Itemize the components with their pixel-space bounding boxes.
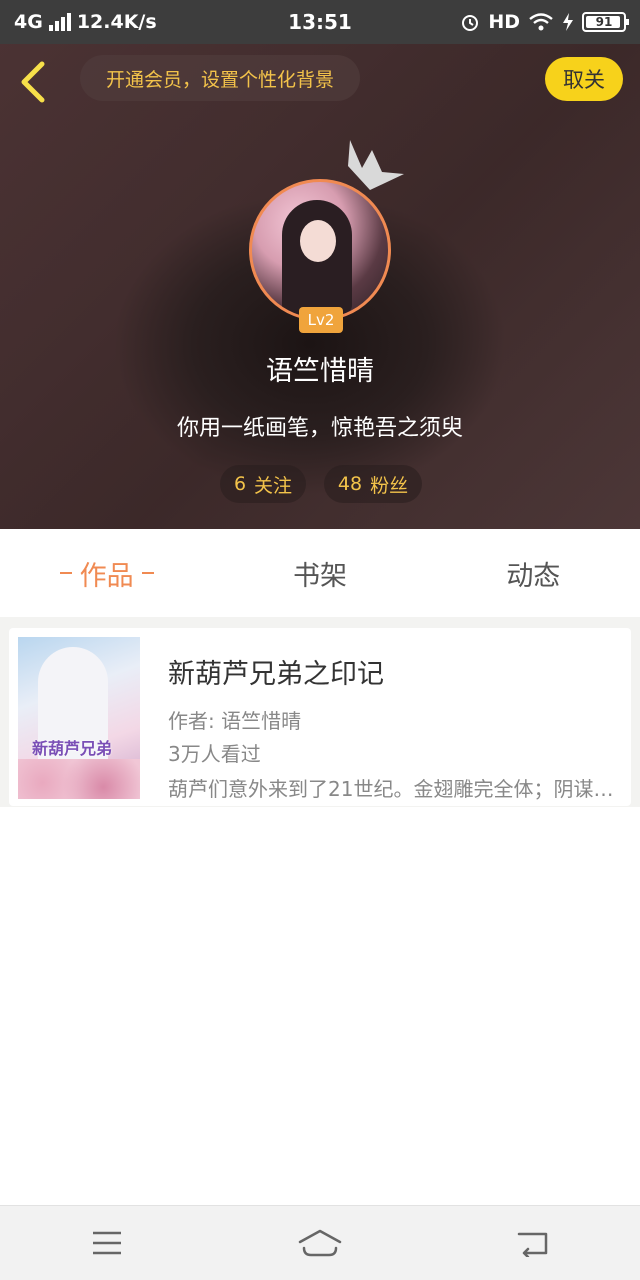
works-list: 新葫芦兄弟 新葫芦兄弟之印记 作者: 语竺惜晴 3万人看过 葫芦们意外来到了21…	[0, 617, 640, 807]
battery-level: 91	[595, 15, 613, 29]
status-right: HD 91	[396, 11, 629, 33]
following-count: 6	[233, 473, 247, 495]
signal-icon	[48, 13, 71, 31]
back-nav-button[interactable]	[493, 1213, 573, 1273]
network-type: 4G	[14, 11, 43, 33]
following-label: 关注	[254, 474, 293, 497]
book-views: 3万人看过	[168, 742, 261, 766]
book-intro: 葫芦们意外来到了21世纪。金翅雕完全体；阴谋又一次开始。	[168, 777, 614, 801]
book-author: 作者: 语竺惜晴	[168, 709, 302, 733]
menu-button[interactable]	[67, 1213, 147, 1273]
wifi-icon	[529, 13, 553, 31]
tab-label: 作品	[79, 560, 134, 592]
cover-title: 新葫芦兄弟	[32, 739, 113, 758]
status-left: 4G 12.4K/s	[14, 11, 244, 33]
home-icon	[298, 1229, 342, 1257]
network-speed: 12.4K/s	[76, 11, 157, 33]
tab-bookshelf[interactable]: 书架	[213, 529, 426, 617]
tab-label: 书架	[292, 560, 347, 592]
tab-indicator-right	[141, 572, 154, 574]
book-cover: 新葫芦兄弟	[18, 637, 140, 799]
fans-count: 48	[337, 473, 363, 495]
tab-label: 动态	[506, 560, 561, 592]
clock: 13:51	[288, 10, 352, 34]
book-title: 新葫芦兄弟之印记	[168, 659, 384, 690]
book-card[interactable]: 新葫芦兄弟 新葫芦兄弟之印记 作者: 语竺惜晴 3万人看过 葫芦们意外来到了21…	[9, 628, 631, 806]
fans-count-button[interactable]: 48 粉丝	[324, 465, 422, 503]
home-button[interactable]	[280, 1213, 360, 1273]
tab-works[interactable]: 作品	[0, 529, 213, 617]
hd-indicator: HD	[488, 11, 520, 33]
system-nav-bar	[0, 1205, 640, 1280]
back-button[interactable]	[14, 60, 54, 103]
menu-icon	[92, 1231, 121, 1255]
status-bar: 4G 12.4K/s 13:51 HD 91	[0, 0, 640, 44]
back-arrow-icon	[21, 61, 45, 103]
fans-label: 粉丝	[370, 474, 409, 497]
nickname: 语竺惜晴	[266, 356, 374, 387]
charging-icon	[563, 13, 573, 31]
profile-header: 开通会员，设置个性化背景 取关 Lv2 语竺惜晴 你用一纸画笔，惊艳吾之须臾 6…	[0, 44, 640, 529]
vip-banner[interactable]: 开通会员，设置个性化背景	[80, 55, 360, 101]
tab-indicator-left	[59, 572, 72, 574]
level-badge: Lv2	[299, 307, 343, 333]
unfollow-button[interactable]: 取关	[545, 57, 623, 101]
battery-icon: 91	[582, 12, 629, 32]
following-count-button[interactable]: 6 关注	[220, 465, 306, 503]
alarm-icon	[462, 15, 479, 31]
avatar[interactable]	[249, 179, 391, 321]
return-icon	[518, 1232, 548, 1257]
signature: 你用一纸画笔，惊艳吾之须臾	[176, 416, 463, 441]
profile-tabs: 作品 书架 动态	[0, 529, 640, 617]
tab-activity[interactable]: 动态	[427, 529, 640, 617]
